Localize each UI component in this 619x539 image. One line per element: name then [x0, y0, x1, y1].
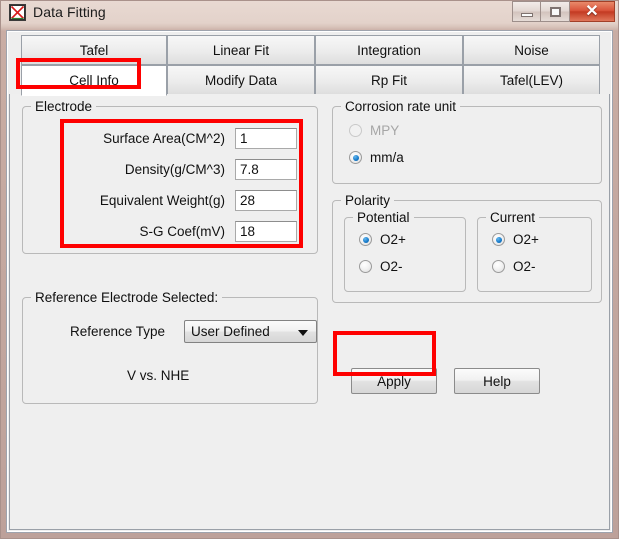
reference-electrode-legend: Reference Electrode Selected: [31, 290, 223, 305]
cell-info-panel: Electrode Surface Area(CM^2) Density(g/C… [9, 94, 610, 530]
plot-x-icon [9, 4, 26, 21]
corrosion-rate-unit-legend: Corrosion rate unit [341, 99, 461, 114]
surface-area-row: Surface Area(CM^2) [45, 127, 301, 149]
tab-linear-fit[interactable]: Linear Fit [167, 35, 315, 65]
tab-strip: Tafel Linear Fit Integration Noise Cell … [9, 33, 610, 96]
equivalent-weight-label: Equivalent Weight(g) [99, 192, 225, 208]
sg-coef-label: S-G Coef(mV) [139, 223, 225, 239]
radio-current-o2-minus[interactable]: O2- [492, 259, 536, 274]
client-area: Tafel Linear Fit Integration Noise Cell … [6, 30, 613, 533]
potential-group-legend: Potential [353, 210, 414, 225]
equivalent-weight-input[interactable] [235, 189, 297, 211]
radio-potential-o2-plus-label: O2+ [380, 232, 406, 247]
electrode-group: Electrode Surface Area(CM^2) Density(g/C… [22, 99, 318, 254]
radio-current-o2-plus-indicator [492, 233, 505, 246]
surface-area-input[interactable] [235, 127, 297, 149]
density-row: Density(g/CM^3) [45, 158, 301, 180]
radio-potential-o2-plus-indicator [359, 233, 372, 246]
tab-rp-fit[interactable]: Rp Fit [315, 65, 463, 95]
minimize-button[interactable] [512, 1, 541, 22]
tab-integration[interactable]: Integration [315, 35, 463, 65]
radio-current-o2-minus-indicator [492, 260, 505, 273]
tab-tafel[interactable]: Tafel [21, 35, 167, 65]
window-controls: ✕ [512, 1, 615, 22]
current-group-legend: Current [486, 210, 540, 225]
radio-potential-o2-plus[interactable]: O2+ [359, 232, 406, 247]
title-bar: Data Fitting ✕ [0, 0, 619, 27]
radio-mpy[interactable]: MPY [349, 123, 399, 138]
tab-cell-info[interactable]: Cell Info [21, 65, 167, 96]
polarity-group: Polarity Potential O2+ O2- Current O2+ O… [332, 193, 602, 303]
application-window: Data Fitting ✕ Tafel Linear Fit Integrat… [0, 0, 619, 539]
maximize-button[interactable] [541, 1, 570, 22]
sg-coef-row: S-G Coef(mV) [45, 220, 301, 242]
radio-mm-a-indicator [349, 151, 362, 164]
sg-coef-input[interactable] [235, 220, 297, 242]
apply-button[interactable]: Apply [351, 368, 437, 394]
equivalent-weight-row: Equivalent Weight(g) [45, 189, 301, 211]
reference-type-label: Reference Type [70, 324, 166, 339]
reference-electrode-group: Reference Electrode Selected: Reference … [22, 290, 318, 404]
current-group: Current O2+ O2- [477, 210, 592, 292]
radio-potential-o2-minus-indicator [359, 260, 372, 273]
close-icon: ✕ [585, 2, 599, 20]
radio-potential-o2-minus-label: O2- [380, 259, 403, 274]
tab-tafel-lev[interactable]: Tafel(LEV) [463, 65, 600, 95]
density-label: Density(g/CM^3) [124, 161, 225, 177]
minimize-icon [520, 12, 533, 17]
corrosion-rate-unit-group: Corrosion rate unit MPY mm/a [332, 99, 602, 184]
close-button[interactable]: ✕ [570, 1, 615, 22]
radio-mpy-label: MPY [370, 123, 400, 138]
radio-mpy-indicator [349, 124, 362, 137]
radio-mm-a-label: mm/a [370, 150, 404, 165]
radio-current-o2-plus[interactable]: O2+ [492, 232, 539, 247]
radio-current-o2-minus-label: O2- [513, 259, 536, 274]
surface-area-label: Surface Area(CM^2) [103, 130, 225, 146]
radio-potential-o2-minus[interactable]: O2- [359, 259, 403, 274]
tab-noise[interactable]: Noise [463, 35, 600, 65]
maximize-icon [549, 6, 561, 17]
electrode-group-legend: Electrode [31, 99, 97, 114]
chevron-down-icon [298, 329, 308, 336]
radio-current-o2-plus-label: O2+ [513, 232, 539, 247]
tab-modify-data[interactable]: Modify Data [167, 65, 315, 95]
potential-group: Potential O2+ O2- [344, 210, 466, 292]
density-input[interactable] [235, 158, 297, 180]
window-title: Data Fitting [33, 4, 106, 20]
reference-type-value: User Defined [191, 324, 270, 339]
reference-type-select[interactable]: User Defined [184, 320, 317, 343]
polarity-group-legend: Polarity [341, 193, 395, 208]
reference-note: V vs. NHE [127, 368, 190, 383]
help-button[interactable]: Help [454, 368, 540, 394]
radio-mm-a[interactable]: mm/a [349, 150, 404, 165]
